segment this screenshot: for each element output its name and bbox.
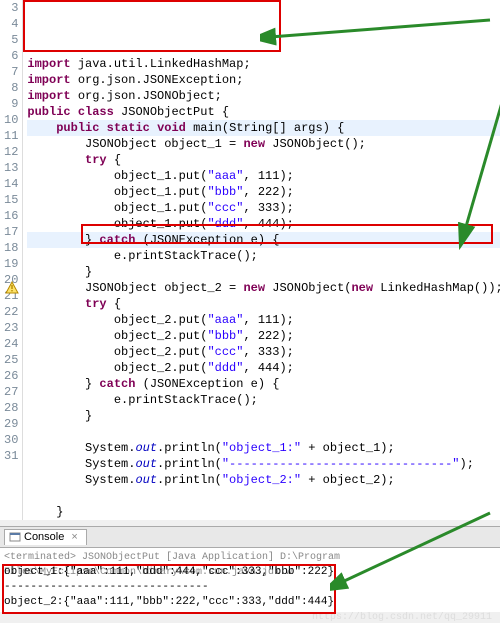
code-line[interactable]: import org.json.JSONObject; bbox=[27, 88, 500, 104]
code-line[interactable]: } catch (JSONException e) { bbox=[27, 232, 500, 248]
code-area[interactable]: import java.util.LinkedHashMap;import or… bbox=[23, 0, 500, 520]
code-line[interactable]: object_1.put("ccc", 333); bbox=[27, 200, 500, 216]
line-number: 29 bbox=[4, 416, 18, 432]
code-line[interactable]: } catch (JSONException e) { bbox=[27, 376, 500, 392]
code-line[interactable] bbox=[27, 424, 500, 440]
close-icon[interactable]: × bbox=[71, 531, 77, 543]
line-number: 8 bbox=[4, 80, 18, 96]
code-line[interactable]: System.out.println("object_2:" + object_… bbox=[27, 472, 500, 488]
code-line[interactable]: object_2.put("ddd", 444); bbox=[27, 360, 500, 376]
code-line[interactable] bbox=[27, 488, 500, 504]
line-number: 5 bbox=[4, 32, 18, 48]
code-line[interactable]: object_2.put("bbb", 222); bbox=[27, 328, 500, 344]
code-line[interactable]: try { bbox=[27, 296, 500, 312]
console-output[interactable]: <terminated> JSONObjectPut [Java Applica… bbox=[0, 548, 500, 612]
line-number: 30 bbox=[4, 432, 18, 448]
console-terminated-line: <terminated> JSONObjectPut [Java Applica… bbox=[4, 550, 496, 565]
line-number: 19 bbox=[4, 256, 18, 272]
console-tab-bar: Console × bbox=[0, 527, 500, 548]
code-line[interactable]: object_1.put("ddd", 444); bbox=[27, 216, 500, 232]
console-line: object_1:{"aaa":111,"ddd":444,"ccc":333,… bbox=[4, 565, 496, 580]
line-number-gutter: 3456789101112131415161718192021222324252… bbox=[0, 0, 23, 520]
watermark: https://blog.csdn.net/qq_29911 bbox=[0, 612, 500, 623]
code-line[interactable]: } bbox=[27, 408, 500, 424]
code-line[interactable]: } bbox=[27, 504, 500, 520]
line-number: 16 bbox=[4, 208, 18, 224]
line-number: 24 bbox=[4, 336, 18, 352]
line-number: 6 bbox=[4, 48, 18, 64]
line-number: 23 bbox=[4, 320, 18, 336]
console-tab-label: Console bbox=[24, 531, 64, 543]
line-number: 25 bbox=[4, 352, 18, 368]
line-number: 14 bbox=[4, 176, 18, 192]
line-number: 26 bbox=[4, 368, 18, 384]
code-line[interactable]: public static void main(String[] args) { bbox=[27, 120, 500, 136]
code-line[interactable]: public class JSONObjectPut { bbox=[27, 104, 500, 120]
code-line[interactable]: e.printStackTrace(); bbox=[27, 392, 500, 408]
line-number: 17 bbox=[4, 224, 18, 240]
code-line[interactable]: import org.json.JSONException; bbox=[27, 72, 500, 88]
code-line[interactable]: JSONObject object_2 = new JSONObject(new… bbox=[27, 280, 500, 296]
line-number: 12 bbox=[4, 144, 18, 160]
console-line: ------------------------------- bbox=[4, 580, 496, 595]
line-number: 18 bbox=[4, 240, 18, 256]
code-line[interactable]: try { bbox=[27, 152, 500, 168]
console-icon bbox=[9, 531, 21, 543]
highlight-box-imports bbox=[23, 0, 281, 52]
code-line[interactable]: System.out.println("--------------------… bbox=[27, 456, 500, 472]
line-number: 27 bbox=[4, 384, 18, 400]
code-editor[interactable]: 3456789101112131415161718192021222324252… bbox=[0, 0, 500, 520]
line-number: 4 bbox=[4, 16, 18, 32]
code-line[interactable]: System.out.println("object_1:" + object_… bbox=[27, 440, 500, 456]
code-line[interactable]: object_2.put("aaa", 111); bbox=[27, 312, 500, 328]
line-number: 7 bbox=[4, 64, 18, 80]
code-line[interactable]: JSONObject object_1 = new JSONObject(); bbox=[27, 136, 500, 152]
code-line[interactable]: } bbox=[27, 264, 500, 280]
console-tab[interactable]: Console × bbox=[4, 529, 87, 545]
line-number: 9 bbox=[4, 96, 18, 112]
line-number: 28 bbox=[4, 400, 18, 416]
warning-icon bbox=[5, 281, 19, 295]
code-line[interactable]: object_1.put("bbb", 222); bbox=[27, 184, 500, 200]
console-line: object_2:{"aaa":111,"bbb":222,"ccc":333,… bbox=[4, 595, 496, 610]
code-line[interactable]: e.printStackTrace(); bbox=[27, 248, 500, 264]
line-number: 31 bbox=[4, 448, 18, 464]
line-number: 11 bbox=[4, 128, 18, 144]
line-number: 10 bbox=[4, 112, 18, 128]
code-line[interactable]: import java.util.LinkedHashMap; bbox=[27, 56, 500, 72]
code-line[interactable]: object_2.put("ccc", 333); bbox=[27, 344, 500, 360]
line-number: 15 bbox=[4, 192, 18, 208]
line-number: 22 bbox=[4, 304, 18, 320]
code-line[interactable]: object_1.put("aaa", 111); bbox=[27, 168, 500, 184]
console-panel: Console × <terminated> JSONObjectPut [Ja… bbox=[0, 526, 500, 612]
line-number: 3 bbox=[4, 0, 18, 16]
line-number: 13 bbox=[4, 160, 18, 176]
